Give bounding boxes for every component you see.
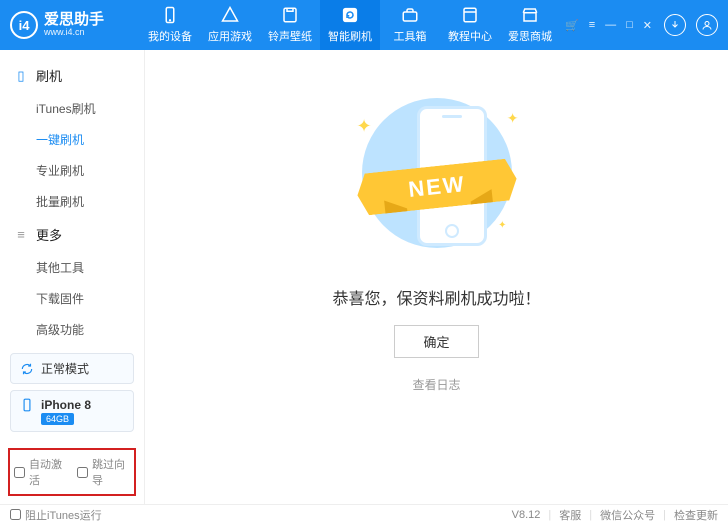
sidebar-item-other-tools[interactable]: 其他工具: [0, 252, 144, 283]
check-update-link[interactable]: 检查更新: [674, 507, 718, 523]
sidebar-item-advanced[interactable]: 高级功能: [0, 314, 144, 345]
nav-shop[interactable]: 爱思商城: [500, 0, 560, 50]
success-message: 恭喜您，保资料刷机成功啦！: [332, 285, 540, 309]
app-logo: i4 爱思助手 www.i4.cn: [10, 11, 140, 39]
list-icon: ≡: [14, 227, 28, 242]
storage-badge: 64GB: [41, 413, 74, 425]
logo-icon: i4: [10, 11, 38, 39]
nav-my-device[interactable]: 我的设备: [140, 0, 200, 50]
close-button[interactable]: ✕: [641, 17, 654, 34]
app-name: 爱思助手: [44, 12, 104, 29]
version-label: V8.12: [512, 509, 541, 521]
main-content: ✦ ✦ ✦ NEW 恭喜您，保资料刷机成功啦！ 确定 查看日志: [145, 50, 728, 504]
highlight-options: 自动激活 跳过向导: [8, 448, 136, 496]
device-name: iPhone 8: [41, 398, 91, 412]
sidebar-header-flash[interactable]: ▯ 刷机: [0, 58, 144, 93]
footer: 阻止iTunes运行 V8.12 | 客服 | 微信公众号 | 检查更新: [0, 504, 728, 524]
minimize-button[interactable]: —: [603, 17, 618, 33]
wechat-link[interactable]: 微信公众号: [600, 507, 655, 523]
top-nav: 我的设备 应用游戏 铃声壁纸 智能刷机 工具箱 教程中心 爱思商城: [140, 0, 563, 50]
success-illustration: ✦ ✦ ✦ NEW: [327, 86, 547, 261]
mode-normal[interactable]: 正常模式: [10, 353, 134, 384]
device-card[interactable]: iPhone 8 64GB: [10, 390, 134, 432]
nav-tutorial[interactable]: 教程中心: [440, 0, 500, 50]
sidebar-item-pro-flash[interactable]: 专业刷机: [0, 155, 144, 186]
nav-toolbox[interactable]: 工具箱: [380, 0, 440, 50]
cart-icon[interactable]: 🛒: [563, 17, 581, 34]
support-link[interactable]: 客服: [559, 507, 581, 523]
toolbox-icon: [401, 6, 419, 24]
titlebar: i4 爱思助手 www.i4.cn 我的设备 应用游戏 铃声壁纸 智能刷机 工具…: [0, 0, 728, 50]
nav-flash[interactable]: 智能刷机: [320, 0, 380, 50]
skip-guide-checkbox[interactable]: 跳过向导: [77, 456, 130, 488]
phone-icon: [161, 6, 179, 24]
music-icon: [281, 6, 299, 24]
device-icon: [19, 397, 35, 413]
star-icon: ✦: [357, 116, 372, 137]
refresh-icon: [341, 6, 359, 24]
menu-icon[interactable]: ≡: [587, 17, 597, 33]
user-icon[interactable]: [696, 14, 718, 36]
phone-outline-icon: ▯: [14, 68, 28, 84]
ok-button[interactable]: 确定: [394, 325, 478, 358]
sidebar-item-oneclick-flash[interactable]: 一键刷机: [0, 124, 144, 155]
sidebar-item-batch-flash[interactable]: 批量刷机: [0, 186, 144, 217]
sidebar-header-more[interactable]: ≡ 更多: [0, 217, 144, 252]
apps-icon: [221, 6, 239, 24]
maximize-button[interactable]: □: [624, 17, 635, 33]
sync-icon: [19, 361, 35, 377]
sidebar: ▯ 刷机 iTunes刷机 一键刷机 专业刷机 批量刷机 ≡ 更多 其他工具 下…: [0, 50, 145, 504]
nav-ringtone[interactable]: 铃声壁纸: [260, 0, 320, 50]
view-log-link[interactable]: 查看日志: [412, 376, 460, 393]
app-url: www.i4.cn: [44, 28, 104, 38]
window-controls: 🛒 ≡ — □ ✕: [563, 14, 718, 36]
shop-icon: [521, 6, 539, 24]
auto-activate-checkbox[interactable]: 自动激活: [14, 456, 67, 488]
book-icon: [461, 6, 479, 24]
download-icon[interactable]: [664, 14, 686, 36]
block-itunes-checkbox[interactable]: 阻止iTunes运行: [10, 507, 102, 523]
nav-apps[interactable]: 应用游戏: [200, 0, 260, 50]
star-icon: ✦: [498, 220, 506, 231]
star-icon: ✦: [507, 110, 519, 127]
sidebar-item-itunes-flash[interactable]: iTunes刷机: [0, 93, 144, 124]
sidebar-item-download-firmware[interactable]: 下载固件: [0, 283, 144, 314]
